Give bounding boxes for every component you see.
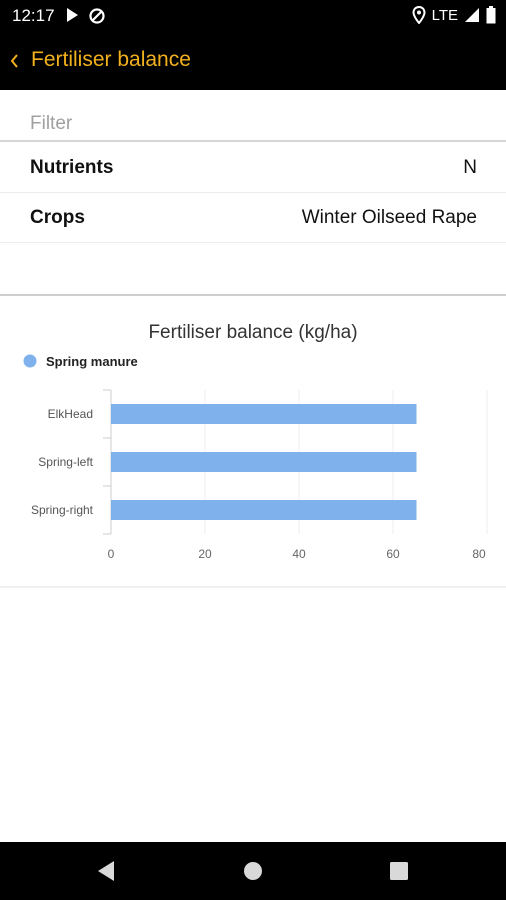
chart-card: Fertiliser balance (kg/ha) Spring manure E… — [0, 294, 506, 588]
recents-square-icon — [390, 862, 408, 880]
filter-row-crops[interactable]: Crops Winter Oilseed Rape — [0, 193, 506, 243]
nav-bar — [0, 842, 506, 900]
status-time: 12:17 — [12, 6, 55, 25]
chevron-left-icon — [10, 54, 18, 68]
nav-recents-button[interactable] — [369, 842, 429, 900]
category-label: Spring-left — [38, 455, 93, 469]
location-pin-icon — [412, 6, 426, 24]
signal-icon — [465, 8, 479, 22]
data-saver-icon — [89, 8, 105, 24]
fertiliser-balance-chart: Fertiliser balance (kg/ha) Spring manure E… — [23, 322, 488, 561]
filter-header: Filter — [0, 90, 506, 142]
network-type-label: LTE — [431, 6, 458, 24]
x-tick-label-20: 20 — [198, 547, 212, 561]
x-tick-label-0: 0 — [108, 547, 115, 561]
crops-label: Crops — [30, 207, 85, 228]
nutrients-label: Nutrients — [30, 157, 114, 178]
filter-row-nutrients[interactable]: Nutrients N — [0, 143, 506, 193]
page-title: Fertiliser balance — [31, 48, 191, 71]
nav-home-button[interactable] — [223, 842, 283, 900]
category-label: Spring-right — [31, 503, 94, 517]
category-label: ElkHead — [48, 407, 93, 421]
filter-label: Filter — [30, 113, 73, 134]
bar-spring-right — [111, 500, 417, 520]
nutrients-value: N — [463, 157, 477, 178]
battery-icon — [486, 6, 496, 24]
app-bar: Fertiliser balance — [0, 32, 506, 90]
bar-spring-left — [111, 452, 417, 472]
back-triangle-icon — [98, 861, 114, 881]
x-tick-label-40: 40 — [292, 547, 306, 561]
back-button[interactable] — [0, 32, 28, 90]
nav-back-button[interactable] — [76, 842, 136, 900]
chart-title: Fertiliser balance (kg/ha) — [148, 322, 357, 343]
play-store-icon — [67, 8, 78, 22]
bar-elkhead — [111, 404, 417, 424]
crops-value: Winter Oilseed Rape — [301, 207, 477, 228]
x-tick-label-60: 60 — [386, 547, 400, 561]
home-circle-icon — [244, 862, 262, 880]
status-bar: 12:17 LTE — [0, 0, 506, 32]
legend-marker — [23, 354, 37, 368]
legend-label: Spring manure — [46, 354, 138, 369]
x-tick-label-80: 80 — [472, 547, 486, 561]
